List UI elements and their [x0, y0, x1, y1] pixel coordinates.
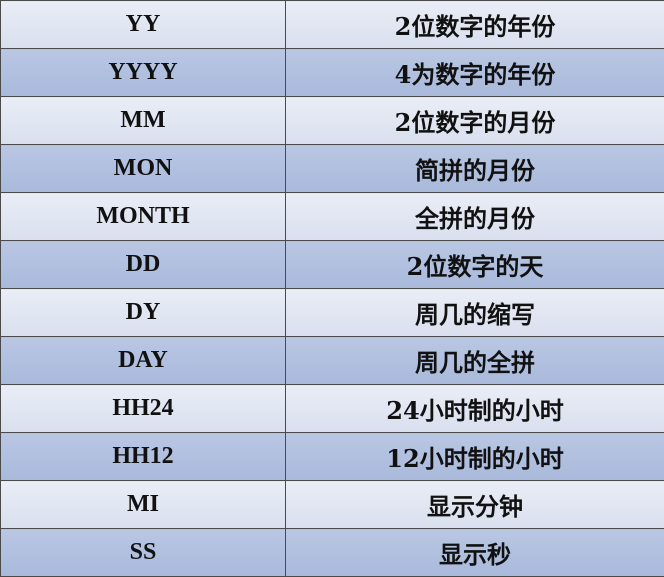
format-code-cell: MM [1, 97, 286, 145]
table-row: DY 周几的缩写 [1, 289, 664, 337]
format-description-cell: 2位数字的月份 [286, 97, 664, 145]
format-code-cell: DD [1, 241, 286, 289]
format-description-cell: 周几的缩写 [286, 289, 664, 337]
format-description-cell: 显示分钟 [286, 481, 664, 529]
format-code-cell: DAY [1, 337, 286, 385]
date-format-table: YY 2位数字的年份 YYYY 4为数字的年份 MM 2位数字的月份 MON 简… [0, 0, 664, 577]
format-description-cell: 2位数字的天 [286, 241, 664, 289]
table-row: MM 2位数字的月份 [1, 97, 664, 145]
format-description-cell: 显示秒 [286, 529, 664, 577]
format-code-cell: HH24 [1, 385, 286, 433]
format-code-cell: YY [1, 1, 286, 49]
format-description-cell: 2位数字的年份 [286, 1, 664, 49]
table-row: MONTH 全拼的月份 [1, 193, 664, 241]
table-row: DD 2位数字的天 [1, 241, 664, 289]
table-body: YY 2位数字的年份 YYYY 4为数字的年份 MM 2位数字的月份 MON 简… [1, 1, 664, 577]
table-row: HH24 24小时制的小时 [1, 385, 664, 433]
format-code-cell: MONTH [1, 193, 286, 241]
table-row: MON 简拼的月份 [1, 145, 664, 193]
table-row: HH12 12小时制的小时 [1, 433, 664, 481]
table-row: MI 显示分钟 [1, 481, 664, 529]
format-code-cell: MI [1, 481, 286, 529]
format-description-cell: 4为数字的年份 [286, 49, 664, 97]
format-description-cell: 简拼的月份 [286, 145, 664, 193]
format-code-cell: SS [1, 529, 286, 577]
format-code-cell: MON [1, 145, 286, 193]
table-row: DAY 周几的全拼 [1, 337, 664, 385]
format-description-cell: 周几的全拼 [286, 337, 664, 385]
format-code-cell: YYYY [1, 49, 286, 97]
table-row: YY 2位数字的年份 [1, 1, 664, 49]
format-description-cell: 24小时制的小时 [286, 385, 664, 433]
table-row: YYYY 4为数字的年份 [1, 49, 664, 97]
format-description-cell: 12小时制的小时 [286, 433, 664, 481]
format-code-cell: DY [1, 289, 286, 337]
format-code-cell: HH12 [1, 433, 286, 481]
format-description-cell: 全拼的月份 [286, 193, 664, 241]
table-row: SS 显示秒 [1, 529, 664, 577]
